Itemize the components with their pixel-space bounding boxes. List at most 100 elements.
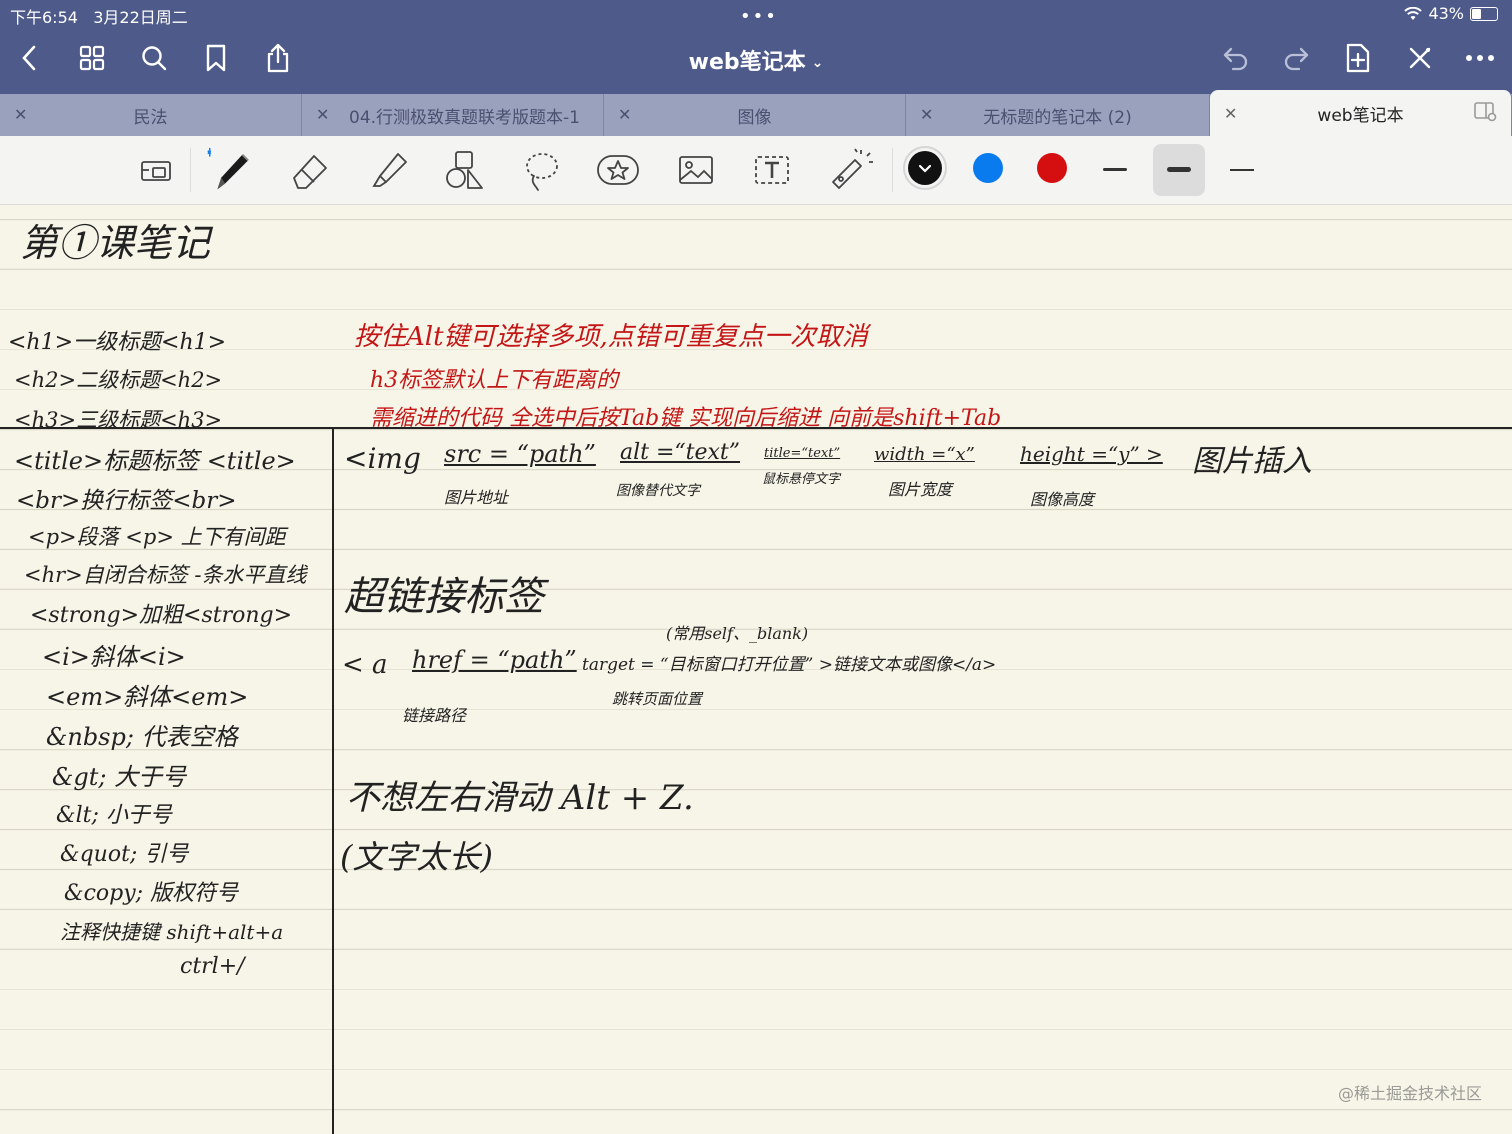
battery-fill (1472, 8, 1482, 19)
left-line: 注释快捷键 shift+alt+a (60, 920, 284, 944)
link-target-note: 跳转页面位置 (612, 690, 703, 708)
toolbar-divider (892, 148, 893, 192)
left-line: <p>段落 <p> 上下有间距 (28, 525, 286, 549)
left-line: <hr>自闭合标签 -条水平直线 (24, 563, 307, 587)
toolbar-divider (190, 148, 191, 192)
wifi-icon (1404, 6, 1423, 20)
left-line: &quot; 引号 (60, 842, 189, 867)
img-label: 图片插入 (1192, 444, 1312, 479)
img-height: height =“y” > (1020, 442, 1163, 466)
left-line: <br>换行标签<br> (16, 488, 237, 514)
link-target-hint: (常用self、_blank) (666, 624, 809, 643)
stroke-thick-line (1167, 167, 1191, 172)
color-blue-swatch[interactable] (973, 153, 1003, 183)
close-tab-icon[interactable]: ✕ (14, 105, 27, 124)
close-tab-icon[interactable]: ✕ (1224, 104, 1237, 123)
multitask-dots-icon[interactable]: ••• (740, 6, 778, 27)
watermark: @稀土掘金技术社区 (1337, 1084, 1482, 1103)
status-indicators: 43% (1404, 4, 1498, 23)
tab-untitled-notebook[interactable]: ✕ 无标题的笔记本 (2) (906, 94, 1210, 136)
tab-civil-law[interactable]: ✕ 民法 (0, 94, 302, 136)
left-line: &copy; 版权符号 (64, 881, 239, 906)
img-src: src = “path” (444, 440, 596, 468)
left-line: <i>斜体<i> (42, 643, 186, 671)
shapes-tool-icon[interactable] (442, 146, 490, 194)
left-line: &lt; 小于号 (56, 803, 172, 828)
img-width: width =“x” (874, 444, 975, 465)
sticker-tool-icon[interactable] (594, 146, 642, 194)
chevron-down-icon: ⌄ (811, 55, 824, 71)
tab-label: 图像 (737, 107, 772, 128)
horizontal-divider (0, 427, 1512, 429)
add-page-icon[interactable] (1340, 40, 1376, 76)
top-bar: 下午6:54 3月22日周二 ••• 43% web笔记本 ⌄ (0, 0, 1512, 94)
link-href-note: 链接路径 (402, 706, 467, 725)
zoom-window-icon[interactable] (132, 146, 180, 194)
highlighter-tool-icon[interactable] (364, 146, 412, 194)
tab-label: web笔记本 (1317, 105, 1404, 126)
undo-icon[interactable] (1218, 40, 1254, 76)
img-title-note: 鼠标悬停文字 (762, 472, 841, 487)
link-open-tag: < a (342, 650, 388, 680)
img-alt: alt =“text” (620, 440, 741, 465)
note-heading: 第①课笔记 (20, 221, 211, 265)
img-tag: <img (344, 442, 421, 475)
close-tab-icon[interactable]: ✕ (618, 105, 631, 124)
stroke-medium-line (1103, 168, 1127, 171)
stroke-medium-button[interactable] (1089, 144, 1141, 196)
tab-image[interactable]: ✕ 图像 (604, 94, 906, 136)
vertical-divider (332, 427, 334, 1134)
pen-tool-icon[interactable] (204, 146, 252, 194)
tab-label: 无标题的笔记本 (2) (983, 107, 1132, 128)
img-src-note: 图片地址 (444, 488, 509, 507)
left-line: <h1>一级标题<h1> (8, 330, 227, 355)
close-tab-icon[interactable]: ✕ (316, 105, 329, 124)
stroke-thin-button[interactable] (1216, 144, 1268, 196)
lasso-tool-icon[interactable] (518, 146, 566, 194)
tab-exam-workbook[interactable]: ✕ 04.行测极致真题联考版题本-1 (302, 94, 604, 136)
status-time-date: 下午6:54 3月22日周二 (10, 4, 188, 28)
img-width-note: 图片宽度 (888, 480, 953, 499)
laser-pointer-icon[interactable] (826, 146, 874, 194)
img-alt-note: 图像替代文字 (616, 483, 700, 499)
text-tool-icon[interactable] (748, 146, 796, 194)
status-date: 3月22日周二 (93, 8, 188, 27)
stroke-thick-button[interactable] (1153, 144, 1205, 196)
stroke-thin-line (1230, 169, 1254, 171)
redo-icon[interactable] (1278, 40, 1314, 76)
color-black-swatch[interactable] (908, 151, 942, 185)
link-heading: 超链接标签 (344, 574, 544, 620)
red-note-2: h3标签默认上下有距离的 (370, 368, 619, 393)
close-tab-icon[interactable]: ✕ (920, 105, 933, 124)
left-line: <title>标题标签 <title> (14, 447, 296, 475)
battery-icon (1470, 6, 1498, 21)
color-red-swatch[interactable] (1037, 153, 1067, 183)
note-page[interactable]: 第①课笔记 按住Alt键可选择多项,点错可重复点一次取消 h3标签默认上下有距离… (0, 204, 1512, 1134)
tab-label: 04.行测极致真题联考版题本-1 (349, 107, 580, 128)
drawing-toolbar (0, 136, 1512, 205)
notebook-title: web笔记本 (688, 50, 806, 75)
left-line: <h3>三级标题<h3> (14, 408, 223, 432)
status-time: 下午6:54 (10, 8, 78, 27)
left-line: &gt; 大于号 (52, 763, 187, 791)
chevron-down-icon (918, 164, 932, 173)
tab-label: 民法 (133, 107, 168, 128)
tab-web-notebook[interactable]: ✕ web笔记本 (1210, 90, 1512, 136)
img-title: title=“text” (764, 446, 841, 461)
left-line: &nbsp; 代表空格 (46, 723, 238, 751)
left-line: <strong>加粗<strong> (30, 603, 293, 628)
eraser-tool-icon[interactable] (286, 146, 334, 194)
left-line: <h2>二级标题<h2> (14, 368, 223, 392)
scroll-reason: (文字太长) (340, 838, 493, 876)
image-tool-icon[interactable] (672, 146, 720, 194)
left-line: ctrl+/ (180, 954, 245, 979)
img-height-note: 图像高度 (1030, 490, 1095, 509)
close-edit-icon[interactable] (1402, 40, 1438, 76)
more-options-icon[interactable] (1462, 40, 1498, 76)
document-tabs: ✕ 民法 ✕ 04.行测极致真题联考版题本-1 ✕ 图像 ✕ 无标题的笔记本 (… (0, 90, 1512, 136)
left-line: <em>斜体<em> (46, 683, 249, 711)
split-view-icon[interactable] (1473, 100, 1497, 127)
link-href: href = “path” (412, 646, 577, 674)
red-note-1: 按住Alt键可选择多项,点错可重复点一次取消 (354, 322, 868, 352)
link-target: target = “目标窗口打开位置” >链接文本或图像</a> (582, 655, 997, 675)
